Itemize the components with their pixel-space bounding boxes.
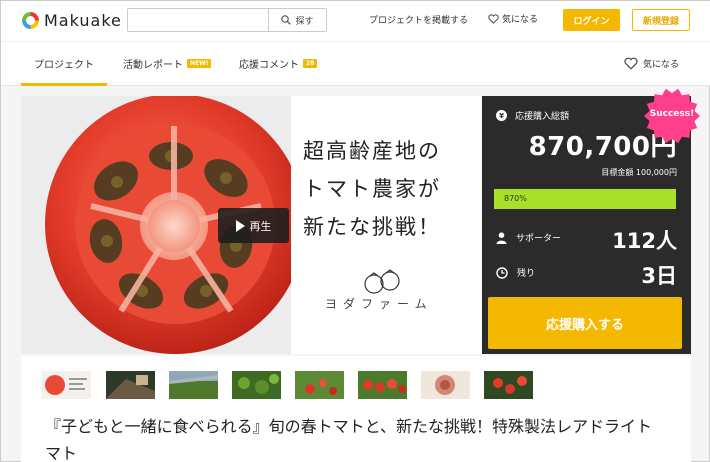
tab-project[interactable]: プロジェクト	[34, 56, 94, 71]
comment-count-badge: 28	[303, 59, 318, 68]
remaining-value: 3日	[641, 264, 677, 288]
person-icon	[496, 231, 507, 244]
thumbnail-2[interactable]	[106, 371, 155, 399]
project-title: 『子どもと一緒に食べられる』旬の春トマトと、新たな挑戦！特殊製法レアドライトマト	[45, 417, 653, 462]
header-favorite-link[interactable]: 気になる	[488, 12, 538, 25]
search-button[interactable]: 探す	[268, 9, 326, 31]
success-badge: Success!	[644, 88, 700, 144]
clock-icon	[496, 266, 508, 279]
supporters-value: 112人	[612, 229, 677, 253]
goal-value: 100,000円	[635, 168, 677, 177]
makuake-logo[interactable]: Makuake	[22, 9, 122, 31]
new-badge: NEW!	[187, 59, 212, 68]
logo-text: Makuake	[44, 10, 122, 30]
site-header: Makuake 探す プロジェクトを掲載する 気になる ログイン 新規登録	[1, 1, 710, 41]
search-button-label: 探す	[295, 16, 314, 27]
thumbnail-3[interactable]	[169, 371, 218, 399]
total-label: 応援購入総額	[515, 112, 570, 122]
remaining-label: 残り	[517, 269, 536, 279]
tab-favorite-button[interactable]: 気になる	[624, 57, 679, 70]
search-box: 探す	[127, 8, 327, 32]
post-project-link[interactable]: プロジェクトを掲載する	[369, 13, 468, 26]
search-input[interactable]	[128, 9, 268, 31]
tab-comment[interactable]: 応援コメント 28	[239, 56, 318, 71]
thumbnail-strip	[21, 356, 691, 406]
hero-copy-line3: 新たな挑戦！	[303, 215, 441, 239]
support-purchase-button[interactable]: 応援購入する	[488, 297, 682, 349]
project-tabs: プロジェクト 活動レポート NEW! 応援コメント 28 気になる	[1, 41, 710, 86]
search-icon	[281, 15, 292, 25]
supporters-row: サポーター	[496, 231, 561, 244]
login-button[interactable]: ログイン	[563, 9, 620, 31]
signup-button[interactable]: 新規登録	[632, 9, 690, 31]
project-title-area: 『子どもと一緒に食べられる』旬の春トマトと、新たな挑戦！特殊製法レアドライトマト	[21, 406, 691, 462]
thumbnail-5[interactable]	[295, 371, 344, 399]
farm-name: ヨダファーム	[325, 297, 433, 311]
supporters-label: サポーター	[516, 234, 562, 244]
tab-comment-label: 応援コメント	[239, 60, 299, 71]
remaining-row: 残り	[496, 266, 535, 279]
goal-label: 目標金額	[601, 168, 634, 177]
success-badge-text: Success!	[649, 109, 695, 119]
progress-text: 870%	[504, 194, 527, 203]
thumbnail-1[interactable]	[42, 371, 91, 399]
tab-report-label: 活動レポート	[123, 60, 183, 71]
header-favorite-label: 気になる	[502, 15, 539, 25]
thumbnail-8[interactable]	[484, 371, 533, 399]
hero-copy-line1: 超高齢産地の	[303, 139, 441, 163]
tab-project-label: プロジェクト	[34, 60, 94, 71]
thumbnail-7[interactable]	[421, 371, 470, 399]
project-hero-video[interactable]: 超高齢産地の トマト農家が 新たな挑戦！ ヨダファーム 再生	[21, 96, 481, 354]
hero-copy-line2: トマト農家が	[303, 177, 441, 201]
hero-copy: 超高齢産地の トマト農家が 新たな挑戦！	[303, 132, 441, 246]
heart-icon	[624, 57, 638, 70]
thumbnail-4[interactable]	[232, 371, 281, 399]
farm-logo-icon	[364, 269, 400, 294]
heart-icon	[488, 13, 499, 24]
yen-icon: ¥	[496, 110, 507, 121]
goal-amount: 目標金額 100,000円	[601, 167, 677, 178]
play-icon	[235, 219, 245, 232]
active-tab-indicator	[21, 83, 107, 86]
thumbnail-6[interactable]	[358, 371, 407, 399]
total-label-row: ¥ 応援購入総額	[496, 109, 569, 122]
play-button-label: 再生	[249, 219, 272, 233]
tab-favorite-label: 気になる	[643, 60, 680, 70]
tab-report[interactable]: 活動レポート NEW!	[123, 56, 212, 71]
logo-mark-icon	[22, 11, 39, 29]
play-video-button[interactable]: 再生	[218, 208, 289, 243]
progress-bar: 870%	[494, 189, 676, 209]
